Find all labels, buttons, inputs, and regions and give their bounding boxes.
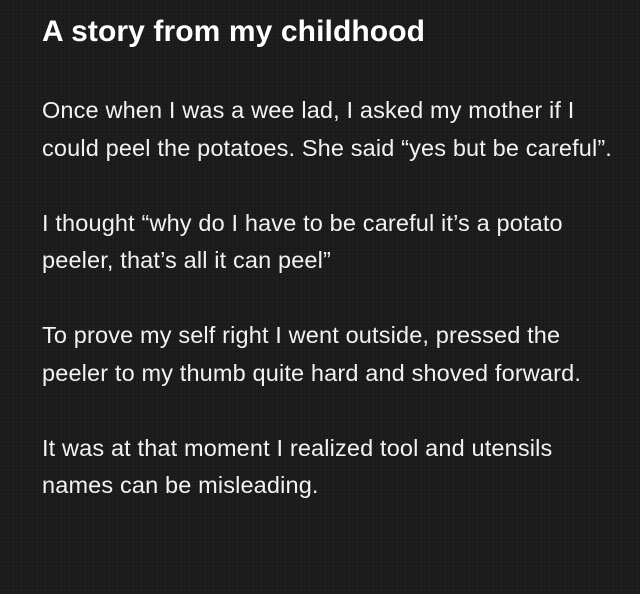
note-paragraph-4: It was at that moment I realized tool an… bbox=[42, 434, 553, 499]
note-paragraph-3: To prove my self right I went outside, p… bbox=[42, 322, 582, 386]
note-paragraph-1: Once when I was a wee lad, I asked my mo… bbox=[42, 97, 612, 161]
note-title: A story from my childhood bbox=[42, 15, 426, 48]
note-body[interactable]: A story from my childhood Once when I wa… bbox=[42, 12, 627, 505]
note-paragraph-2: I thought “why do I have to be careful i… bbox=[42, 209, 563, 274]
